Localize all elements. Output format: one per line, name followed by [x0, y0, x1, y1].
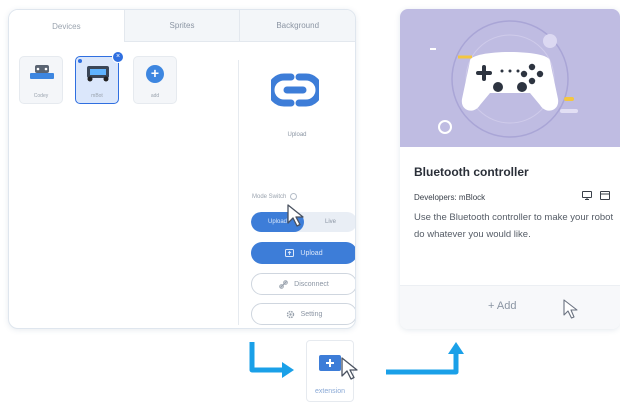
setting-button-label: Setting: [300, 310, 323, 318]
upload-button-label: Upload: [300, 249, 323, 257]
setting-button[interactable]: Setting: [251, 303, 355, 325]
device-label: Codey: [33, 93, 49, 99]
tab-bar: Devices Sprites Background: [9, 10, 355, 42]
upload-icon: [285, 249, 295, 257]
disconnect-button-label: Disconnect: [294, 280, 329, 288]
tab-background[interactable]: Background: [239, 10, 355, 42]
platform-icons: [582, 191, 610, 200]
mode-switch-label: Mode Switch: [252, 193, 298, 200]
card-description: Use the Bluetooth controller to make you…: [414, 212, 614, 240]
card-footer: + Add: [400, 285, 620, 329]
selected-dot-icon: [78, 59, 82, 63]
gamepad-illustration-icon: [430, 20, 578, 138]
gear-icon: [286, 310, 294, 318]
card-title: Bluetooth controller: [414, 165, 529, 179]
disconnect-link-icon: [279, 279, 288, 289]
extension-card[interactable]: Bluetooth controller Developers: mBlock …: [400, 9, 620, 329]
flow-arrow-right-icon: [386, 342, 464, 375]
add-extension-button[interactable]: + Add: [488, 300, 516, 312]
monitor-icon: [582, 191, 592, 200]
window-icon: [600, 191, 610, 200]
tab-devices[interactable]: Devices: [9, 10, 124, 42]
device-codey[interactable]: Codey: [19, 56, 63, 104]
add-device-button[interactable]: + add: [133, 56, 177, 104]
flow-arrow-left-icon: [249, 342, 294, 378]
extension-label: extension: [315, 388, 345, 395]
device-mbot[interactable]: × mBot: [75, 51, 124, 104]
device-panel: Devices Sprites Background Codey × mBot: [8, 9, 356, 329]
mouse-cursor-icon: [287, 204, 304, 227]
card-developers: Developers: mBlock: [414, 193, 486, 202]
card-hero-image: [400, 9, 620, 147]
disconnect-button[interactable]: Disconnect: [251, 273, 355, 295]
device-label: mBot: [91, 93, 103, 99]
plus-icon: +: [146, 65, 164, 83]
device-list: Codey × mBot + add: [9, 42, 237, 328]
divider: [238, 60, 239, 325]
help-icon[interactable]: [290, 193, 298, 200]
upload-button[interactable]: Upload: [251, 242, 355, 264]
device-label: add: [150, 93, 160, 99]
upload-caption: Upload: [287, 132, 307, 138]
add-extension-icon: [319, 355, 341, 371]
tab-sprites[interactable]: Sprites: [123, 10, 240, 42]
close-icon[interactable]: ×: [112, 51, 124, 63]
mouse-cursor-icon: [341, 357, 358, 380]
mode-live-option[interactable]: Live: [304, 212, 355, 232]
codey-robot-icon: [30, 65, 54, 79]
link-icon: [271, 73, 319, 107]
mouse-cursor-icon: [563, 299, 578, 319]
